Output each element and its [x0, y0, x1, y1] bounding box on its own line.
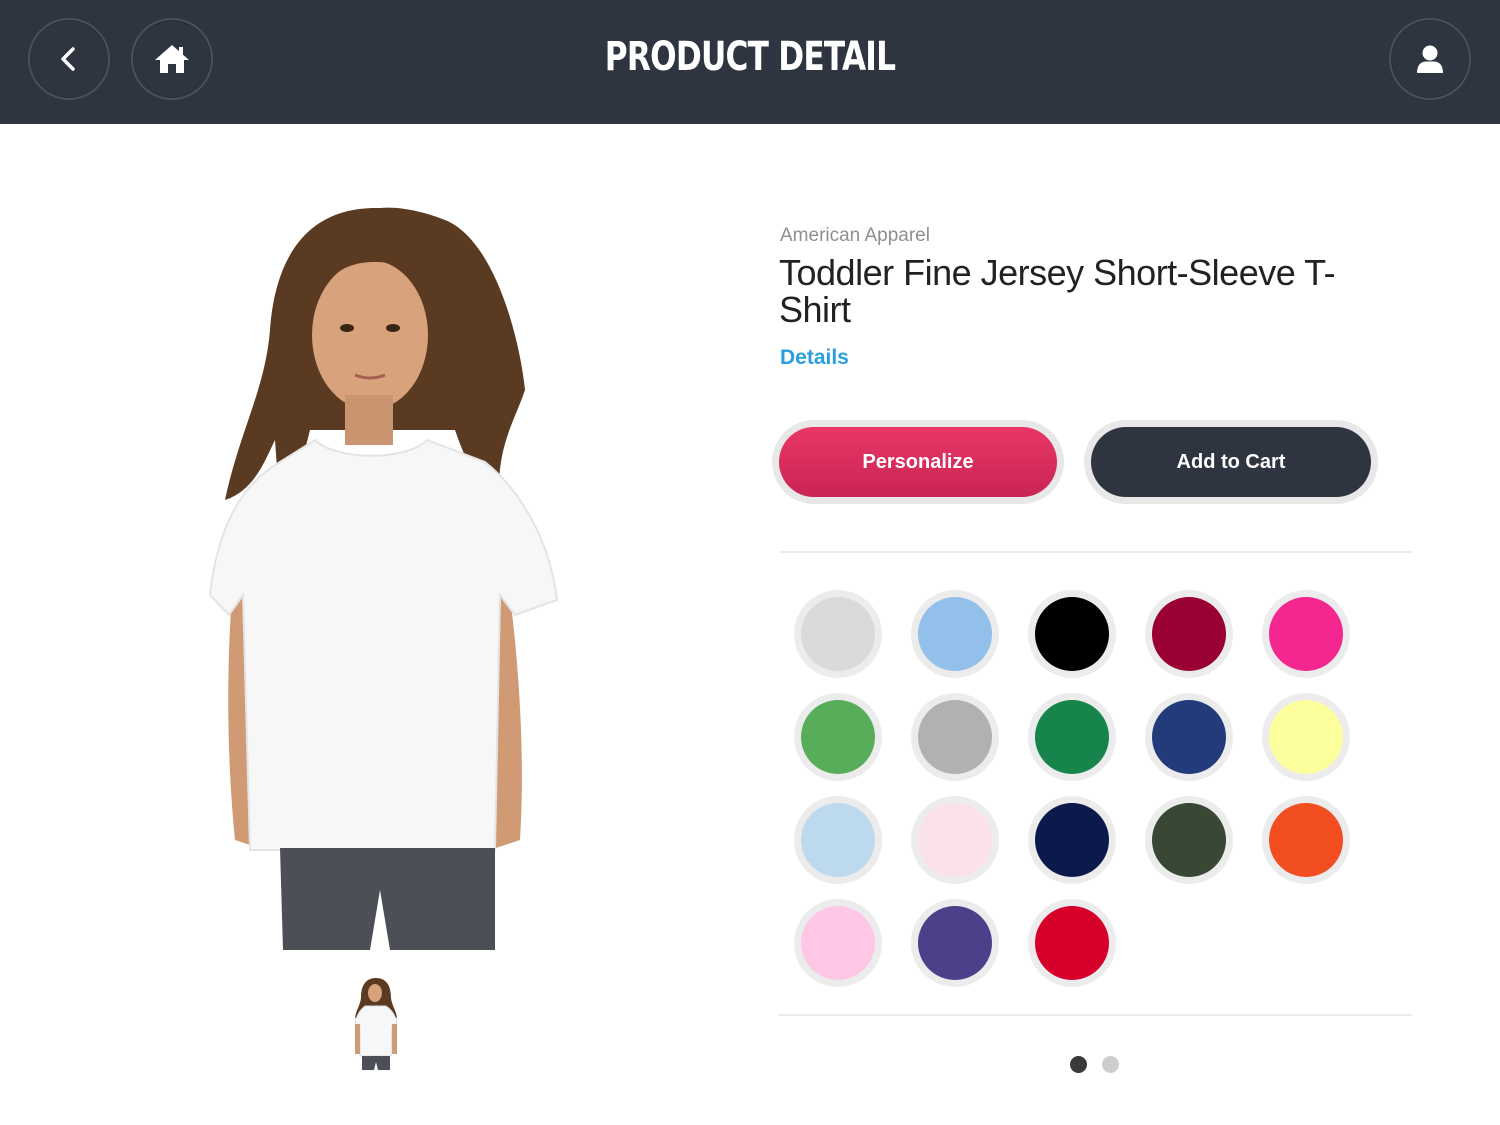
color-swatch-fill	[801, 700, 875, 774]
user-button[interactable]	[1389, 18, 1471, 100]
color-swatch-fill	[918, 597, 992, 671]
add-to-cart-button[interactable]: Add to Cart	[1091, 427, 1371, 497]
color-swatch[interactable]	[911, 693, 999, 781]
color-swatch-fill	[801, 597, 875, 671]
color-swatch[interactable]	[1145, 590, 1233, 678]
color-swatch[interactable]	[794, 590, 882, 678]
color-swatch-fill	[1035, 906, 1109, 980]
color-swatch-fill	[801, 906, 875, 980]
pagination-dots	[1070, 1056, 1122, 1074]
color-swatch-fill	[918, 803, 992, 877]
divider	[779, 1014, 1412, 1016]
color-swatch[interactable]	[794, 693, 882, 781]
color-swatch[interactable]	[1028, 590, 1116, 678]
color-swatch[interactable]	[911, 796, 999, 884]
back-button[interactable]	[28, 18, 110, 100]
color-swatch-fill	[1269, 597, 1343, 671]
color-swatch[interactable]	[1028, 693, 1116, 781]
color-swatch-fill	[1269, 700, 1343, 774]
color-swatch[interactable]	[1028, 796, 1116, 884]
color-swatch-fill	[1152, 803, 1226, 877]
product-image	[208, 207, 559, 950]
chevron-left-icon	[61, 47, 75, 71]
color-swatch-fill	[918, 906, 992, 980]
color-swatch-fill	[1269, 803, 1343, 877]
color-swatch[interactable]	[911, 899, 999, 987]
color-swatch-fill	[801, 803, 875, 877]
color-swatch[interactable]	[794, 899, 882, 987]
product-title: Toddler Fine Jersey Short-Sleeve T-Shirt	[779, 252, 1336, 330]
color-swatch[interactable]	[1145, 693, 1233, 781]
page-dot[interactable]	[1102, 1056, 1119, 1073]
color-swatch[interactable]	[1145, 796, 1233, 884]
color-swatch-fill	[1152, 700, 1226, 774]
color-swatch-fill	[1035, 700, 1109, 774]
personalize-button-ring: Personalize	[772, 420, 1064, 504]
color-swatch-fill	[1152, 597, 1226, 671]
top-nav-bar: PRODUCT DETAIL	[0, 0, 1500, 124]
color-swatch[interactable]	[1028, 899, 1116, 987]
details-link[interactable]: Details	[780, 346, 849, 370]
color-swatch[interactable]	[1262, 693, 1350, 781]
brand-name: American Apparel	[780, 225, 930, 246]
page-title: PRODUCT DETAIL	[604, 34, 896, 80]
color-swatch-fill	[1035, 597, 1109, 671]
page-dot-active[interactable]	[1070, 1056, 1087, 1073]
color-swatch[interactable]	[1262, 796, 1350, 884]
product-thumbnail[interactable]	[352, 976, 400, 1072]
add-to-cart-button-ring: Add to Cart	[1084, 420, 1378, 504]
color-swatch[interactable]	[911, 590, 999, 678]
personalize-button[interactable]: Personalize	[779, 427, 1057, 497]
color-swatch-fill	[1035, 803, 1109, 877]
color-swatch[interactable]	[1262, 590, 1350, 678]
divider	[779, 551, 1412, 553]
user-icon	[1417, 45, 1443, 73]
color-swatch-fill	[918, 700, 992, 774]
color-swatch[interactable]	[794, 796, 882, 884]
